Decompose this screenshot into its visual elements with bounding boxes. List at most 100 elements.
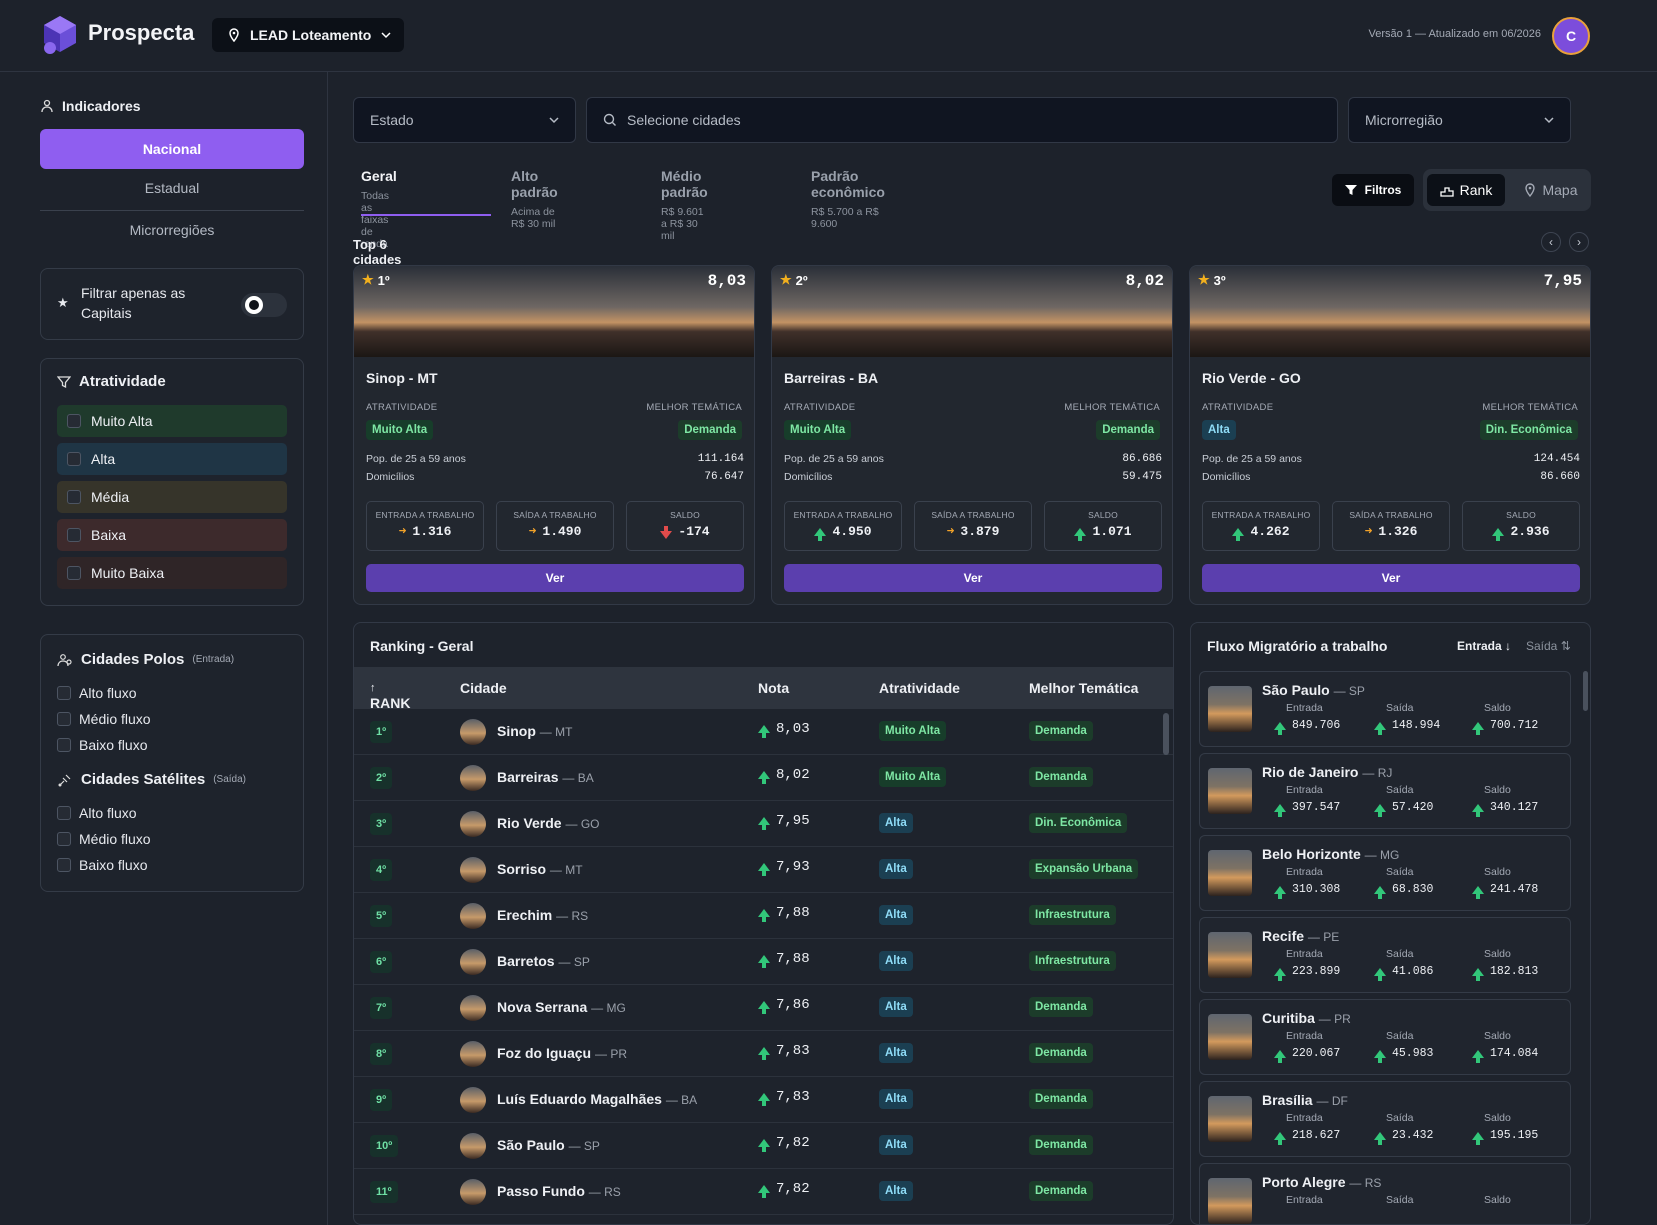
saldo-label: Saldo — [1484, 948, 1511, 960]
tab-alto-padrao[interactable]: Alto padrão Acima de R$ 30 mil — [511, 168, 558, 230]
flow-item[interactable]: Curitiba — PR Entrada 220.067 Saída 45.983 Sa… — [1199, 999, 1571, 1075]
flow-item[interactable]: Brasília — DF Entrada 218.627 Saída 23.432 Sa… — [1199, 1081, 1571, 1157]
header-cidade[interactable]: Cidade — [460, 680, 507, 696]
satellites-alto-fluxo[interactable]: Alto fluxo — [57, 805, 137, 821]
saida-label: Saída — [1386, 1112, 1414, 1124]
attractiveness-baixa[interactable]: Baixa — [57, 519, 287, 551]
arrow-up-icon — [758, 1093, 770, 1106]
city-score: 7,82 — [758, 1135, 810, 1152]
table-row[interactable]: 8º Foz do Iguaçu — PR 7,83 Alta Demanda — [354, 1031, 1173, 1077]
atr-badge: Muito Alta — [366, 420, 434, 440]
checkbox[interactable] — [57, 738, 71, 752]
ver-button[interactable]: Ver — [1202, 564, 1580, 592]
capitals-toggle[interactable] — [241, 293, 287, 317]
attractiveness-muito-alta[interactable]: Muito Alta — [57, 405, 287, 437]
level-estadual[interactable]: Estadual — [40, 168, 304, 208]
tema-badge: Demanda — [1096, 420, 1160, 440]
checkbox[interactable] — [57, 712, 71, 726]
table-row[interactable]: 1º Sinop — MT 8,03 Muito Alta Demanda — [354, 709, 1173, 755]
table-row[interactable]: 11º Passo Fundo — RS 7,82 Alta Demanda — [354, 1169, 1173, 1215]
city-image — [1208, 850, 1252, 896]
header-nota[interactable]: Nota — [758, 680, 789, 696]
flow-item[interactable]: Belo Horizonte — MG Entrada 310.308 Saída 68… — [1199, 835, 1571, 911]
saldo-box: SALDO 1.071 — [1044, 501, 1162, 551]
arrow-up-icon — [758, 1001, 770, 1014]
ver-button[interactable]: Ver — [784, 564, 1162, 592]
checkbox[interactable] — [67, 414, 81, 428]
saldo-label: Saldo — [1484, 1194, 1511, 1206]
city-card: ★ 3º 7,95 Rio Verde - GO ATRATIVIDADE MELHOR … — [1189, 265, 1591, 605]
city-name: Belo Horizonte — MG — [1262, 846, 1400, 862]
city-name: Porto Alegre — RS — [1262, 1174, 1382, 1190]
star-icon: ★ — [1198, 272, 1210, 287]
prev-arrow-button[interactable]: ‹ — [1541, 232, 1561, 252]
tab-padrao-economico[interactable]: Padrão econômico R$ 5.700 a R$ 9.600 — [811, 168, 885, 230]
level-nacional[interactable]: Nacional — [40, 129, 304, 169]
flow-item[interactable]: Rio de Janeiro — RJ Entrada 397.547 Saída 57… — [1199, 753, 1571, 829]
flow-item[interactable]: Recife — PE Entrada 223.899 Saída 41.086 Sald… — [1199, 917, 1571, 993]
header-tematica[interactable]: Melhor Temática — [1029, 680, 1138, 696]
sort-saida-button[interactable]: Saída ⇅ — [1526, 639, 1571, 653]
table-row[interactable]: 9º Luís Eduardo Magalhães — BA 7,83 Alta Dem… — [354, 1077, 1173, 1123]
satellites-baixo-fluxo[interactable]: Baixo fluxo — [57, 857, 147, 873]
flow-scrollbar[interactable] — [1583, 671, 1588, 711]
city-image — [1190, 266, 1590, 357]
user-avatar[interactable]: C — [1552, 17, 1590, 55]
poles-medio-fluxo[interactable]: Médio fluxo — [57, 711, 151, 727]
capitals-filter-panel: ★ Filtrar apenas as Capitais — [40, 268, 304, 340]
project-selector[interactable]: LEAD Loteamento — [212, 18, 404, 52]
view-rank-button[interactable]: Rank — [1427, 174, 1505, 206]
people-icon — [41, 99, 53, 113]
checkbox[interactable] — [67, 452, 81, 466]
sort-entrada-button[interactable]: Entrada ↓ — [1457, 639, 1511, 653]
table-row[interactable]: 2º Barreiras — BA 8,02 Muito Alta Demanda — [354, 755, 1173, 801]
satellite-icon — [58, 774, 71, 786]
table-row[interactable]: 4º Sorriso — MT 7,93 Alta Expansão Urbana — [354, 847, 1173, 893]
attractiveness-alta[interactable]: Alta — [57, 443, 287, 475]
table-row[interactable]: 7º Nova Serrana — MG 7,86 Alta Demanda — [354, 985, 1173, 1031]
attractiveness-panel: Atratividade Muito Alta Alta Média Baixa… — [40, 358, 304, 606]
cities-search-input[interactable]: Selecione cidades — [586, 97, 1338, 143]
flow-item[interactable]: Porto Alegre — RS Entrada Saída Saldo — [1199, 1163, 1571, 1224]
header-rank[interactable]: RANK ↑ — [370, 682, 410, 711]
ranking-scrollbar[interactable] — [1163, 713, 1169, 755]
prospecta-logo-icon — [44, 16, 76, 54]
attractiveness-media[interactable]: Média — [57, 481, 287, 513]
poles-baixo-fluxo[interactable]: Baixo fluxo — [57, 737, 147, 753]
table-row[interactable]: 3º Rio Verde — GO 7,95 Alta Din. Econômica — [354, 801, 1173, 847]
poles-alto-fluxo[interactable]: Alto fluxo — [57, 685, 137, 701]
header-atratividade[interactable]: Atratividade — [879, 680, 960, 696]
rank-position: 10º — [370, 1135, 399, 1157]
checkbox[interactable] — [67, 490, 81, 504]
checkbox[interactable] — [67, 528, 81, 542]
city-image — [1208, 1014, 1252, 1060]
checkbox[interactable] — [57, 686, 71, 700]
arrow-up-icon — [1472, 1131, 1484, 1145]
checkbox[interactable] — [57, 832, 71, 846]
entrada-label: Entrada — [1286, 948, 1323, 960]
tab-medio-padrao[interactable]: Médio padrão R$ 9.601 a R$ 30 mil — [661, 168, 708, 242]
table-row[interactable]: 10º São Paulo — SP 7,82 Alta Demanda — [354, 1123, 1173, 1169]
city-name: Foz do Iguaçu — PR — [497, 1045, 628, 1061]
microrregiao-select[interactable]: Microrregião — [1348, 97, 1571, 143]
arrow-up-icon — [1074, 527, 1087, 541]
estado-select[interactable]: Estado — [353, 97, 576, 143]
city-name: Barreiras - BA — [784, 370, 879, 386]
atr-badge: Alta — [879, 1181, 913, 1201]
filters-button[interactable]: Filtros — [1332, 174, 1414, 206]
ver-button[interactable]: Ver — [366, 564, 744, 592]
pop-row: Pop. de 25 a 59 anos 124.454 — [1202, 453, 1580, 465]
attractiveness-muito-baixa[interactable]: Muito Baixa — [57, 557, 287, 589]
table-row[interactable]: 5º Erechim — RS 7,88 Alta Infraestrutura — [354, 893, 1173, 939]
arrow-up-icon — [1274, 967, 1286, 981]
checkbox[interactable] — [57, 858, 71, 872]
table-row[interactable]: 6º Barretos — SP 7,88 Alta Infraestrutura — [354, 939, 1173, 985]
next-arrow-button[interactable]: › — [1569, 232, 1589, 252]
satellites-medio-fluxo[interactable]: Médio fluxo — [57, 831, 151, 847]
level-microrregioes[interactable]: Microrregiões — [40, 210, 304, 250]
city-card: ★ 1º 8,03 Sinop - MT ATRATIVIDADE MELHOR TEMÁ… — [353, 265, 755, 605]
checkbox[interactable] — [67, 566, 81, 580]
flow-item[interactable]: São Paulo — SP Entrada 849.706 Saída 148.994… — [1199, 671, 1571, 747]
checkbox[interactable] — [57, 806, 71, 820]
view-map-button[interactable]: Mapa — [1515, 174, 1587, 206]
